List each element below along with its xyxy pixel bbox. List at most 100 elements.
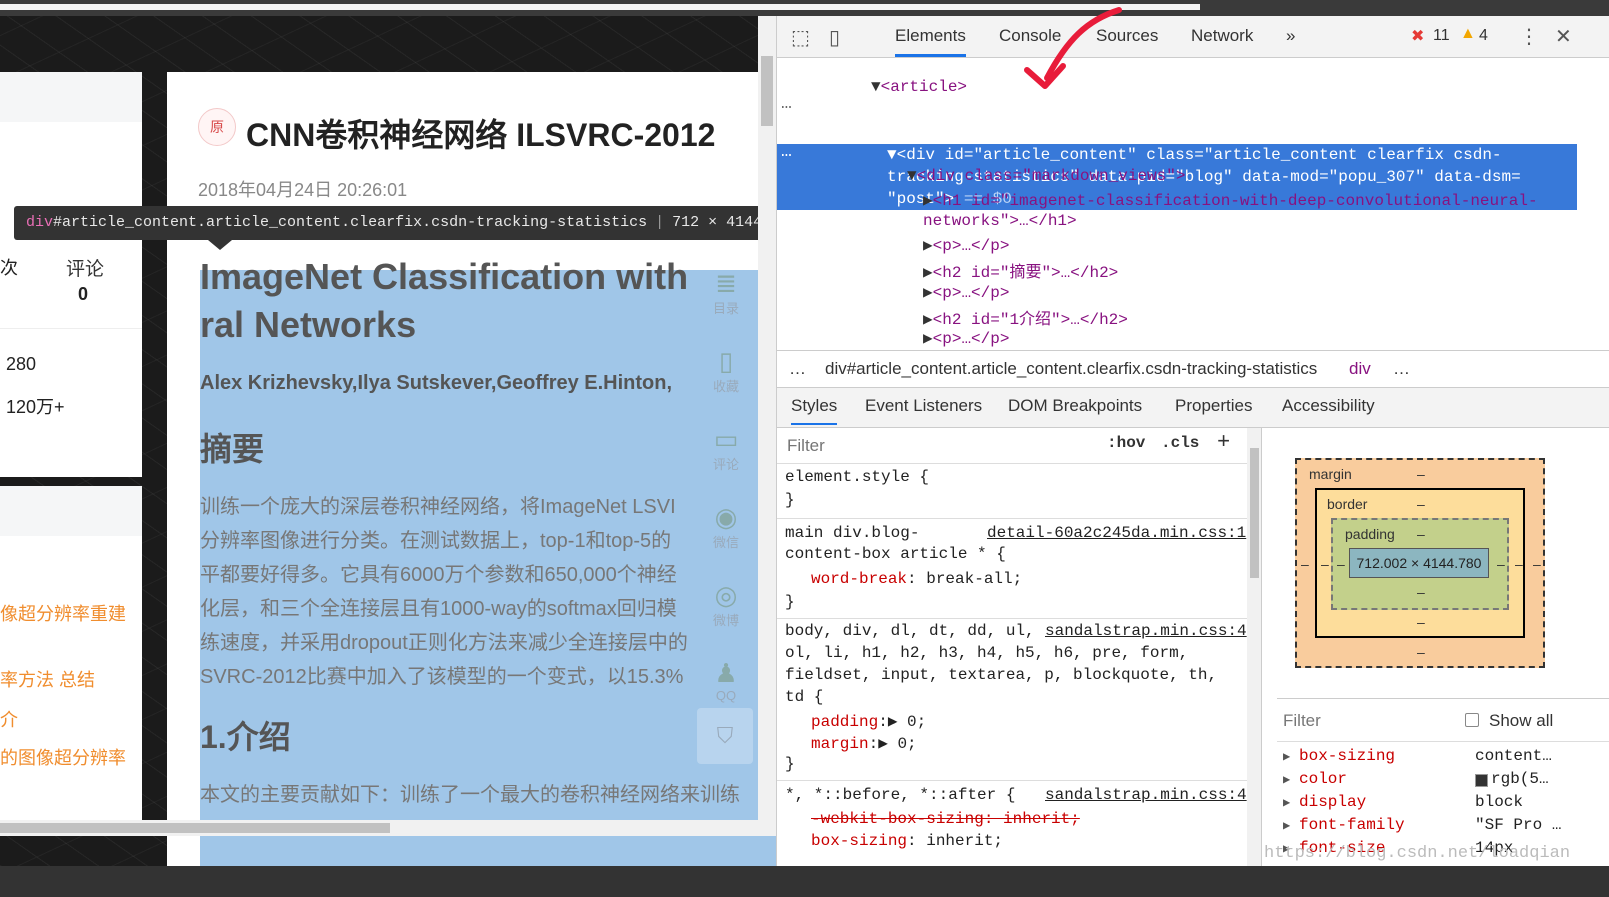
- error-icon[interactable]: ✖: [1411, 26, 1424, 46]
- author-card: 次 评论 0 280 120万+: [0, 72, 142, 477]
- rule-selector[interactable]: *, *::before, *::after {: [785, 786, 1015, 804]
- device-toggle-icon[interactable]: ▯: [829, 25, 840, 50]
- dom-node-p[interactable]: ▶<p>…</p>: [923, 235, 1009, 255]
- stat-rank: 120万+: [6, 397, 65, 417]
- article-h2-intro: 1.介绍: [200, 719, 291, 755]
- breadcrumb-item[interactable]: div#article_content.article_content.clea…: [825, 351, 1317, 387]
- kebab-menu-icon[interactable]: ⋮: [1519, 24, 1539, 49]
- dom-node-p[interactable]: ▶<p>…</p>: [923, 328, 1009, 348]
- sidebar-tabbar: Styles Event Listeners DOM Breakpoints P…: [777, 388, 1609, 428]
- expand-arrow-icon[interactable]: ▶: [1283, 795, 1290, 810]
- cls-toggle[interactable]: .cls: [1161, 434, 1199, 452]
- rule-source-link[interactable]: sandalstrap.min.css:4: [1045, 786, 1247, 804]
- hov-toggle[interactable]: :hov: [1107, 434, 1145, 452]
- bottom-bar: [0, 866, 1609, 897]
- rule-source-link[interactable]: sandalstrap.min.css:4: [1045, 622, 1247, 640]
- scroll-thumb[interactable]: [0, 823, 390, 833]
- qq-icon: ♟: [714, 658, 738, 688]
- report-button[interactable]: ⛉: [697, 708, 753, 764]
- styles-scrollbar[interactable]: [1247, 428, 1261, 866]
- computed-value: "SF Pro …: [1475, 816, 1562, 834]
- dom-node-h1[interactable]: ▶<h1 id="imagenet-classification-with-de…: [923, 190, 1538, 210]
- scroll-thumb[interactable]: [761, 56, 773, 126]
- expand-arrow-icon[interactable]: ▶: [1283, 818, 1290, 833]
- page-vertical-scrollbar[interactable]: [758, 16, 776, 836]
- style-declaration[interactable]: padding:▶ 0;: [811, 711, 926, 731]
- weibo-share-button[interactable]: ◎ 微博: [706, 580, 746, 629]
- expand-arrow-icon[interactable]: ▶: [1283, 772, 1290, 787]
- comment-button[interactable]: ▭ 评论: [706, 424, 746, 473]
- overridden-declaration[interactable]: -webkit-box-sizing: inherit;: [811, 810, 1080, 828]
- computed-value: content…: [1475, 747, 1552, 765]
- article-paragraph-line: 化层，和三个全连接层且有1000-way的softmax回归模: [200, 598, 677, 620]
- computed-value: rgb(5…: [1491, 770, 1549, 788]
- rule-selector[interactable]: body, div, dl, dt, dd, ul,: [785, 622, 1035, 640]
- style-declaration[interactable]: word-break: break-all;: [811, 570, 1022, 588]
- computed-prop[interactable]: box-sizing: [1299, 747, 1395, 765]
- wechat-share-button[interactable]: ◉ 微信: [706, 502, 746, 551]
- watermark: https://blog.csdn.net/loadqian: [1264, 844, 1571, 863]
- comment-icon: ▭: [713, 424, 739, 454]
- color-swatch[interactable]: [1475, 774, 1488, 787]
- article-paragraph-line: 平都要好得多。它具有6000万个参数和650,000个神经: [200, 564, 677, 586]
- computed-prop[interactable]: display: [1299, 793, 1366, 811]
- more-tabs-button[interactable]: »: [1286, 26, 1295, 46]
- show-all-checkbox[interactable]: [1465, 713, 1479, 727]
- dom-node-markdown-views[interactable]: ▼<div class="markdown_views">: [907, 167, 1185, 185]
- dom-node-h2[interactable]: ▶<h2 id="摘要">…</h2>: [923, 258, 1118, 282]
- computed-prop[interactable]: color: [1299, 770, 1347, 788]
- tab-styles[interactable]: Styles: [791, 396, 838, 425]
- article-intro-line: 本文的主要贡献如下：训练了一个最大的卷积神经网络来训练: [200, 784, 740, 806]
- related-link[interactable]: 介: [0, 706, 18, 732]
- article-h2-abstract: 摘要: [200, 431, 265, 467]
- qq-share-button[interactable]: ♟ QQ: [706, 658, 746, 703]
- weibo-icon: ◎: [714, 580, 738, 610]
- scroll-thumb[interactable]: [1250, 448, 1259, 578]
- tab-accessibility[interactable]: Accessibility: [1282, 396, 1375, 416]
- red-arrow-annotation: [1024, 7, 1122, 89]
- tab-event-listeners[interactable]: Event Listeners: [865, 396, 982, 416]
- tab-network[interactable]: Network: [1191, 26, 1253, 46]
- inspect-element-icon[interactable]: ⬚: [791, 25, 810, 50]
- close-icon[interactable]: ✕: [1555, 24, 1572, 49]
- error-count[interactable]: 11: [1433, 27, 1450, 45]
- dom-node-h2[interactable]: ▶<h2 id="1介绍">…</h2>: [923, 305, 1128, 329]
- computed-filter-input[interactable]: Filter: [1283, 711, 1321, 731]
- publish-date: 2018年04月24日 20:26:01: [198, 180, 408, 200]
- warning-count[interactable]: 4: [1479, 27, 1488, 45]
- devtools-panel: ⬚ ▯ Elements Console Sources Network » ✖…: [776, 7, 1609, 866]
- related-link[interactable]: 的图像超分辨率: [0, 744, 126, 770]
- rule-selector[interactable]: main div.blog-: [785, 524, 919, 542]
- article-h1-line1: ImageNet Classification with: [200, 256, 689, 297]
- related-link[interactable]: 率方法 总结: [0, 666, 95, 692]
- styles-filter-input[interactable]: [781, 432, 1089, 460]
- article-paragraph-line: 练速度，并采用dropout正则化方法来减少全连接层中的: [200, 632, 688, 654]
- dom-node-article[interactable]: ▼<article>: [871, 78, 967, 96]
- tab-dom-breakpoints[interactable]: DOM Breakpoints: [1008, 396, 1142, 416]
- related-link[interactable]: 像超分辨率重建: [0, 600, 126, 626]
- warning-icon[interactable]: ▲: [1460, 25, 1476, 43]
- devtools-tabbar: ⬚ ▯ Elements Console Sources Network » ✖…: [777, 16, 1609, 58]
- tab-elements[interactable]: Elements: [895, 26, 966, 57]
- breadcrumb-item[interactable]: div: [1349, 351, 1371, 387]
- rule-source-link[interactable]: detail-60a2c245da.min.css:1: [987, 524, 1246, 542]
- article-paragraph-line: 分辨率图像进行分类。在测试数据上，top-1和top-5的: [200, 530, 672, 552]
- list-icon: ≣: [715, 268, 737, 298]
- breadcrumb: … div#article_content.article_content.cl…: [777, 350, 1609, 388]
- dom-node-p[interactable]: ▶<p>…</p>: [923, 282, 1009, 302]
- add-rule-button[interactable]: +: [1217, 430, 1230, 455]
- expand-arrow-icon[interactable]: ▶: [1283, 749, 1290, 764]
- element-style-selector[interactable]: element.style {: [785, 468, 929, 486]
- article-authors: Alex Krizhevsky,Ilya Sutskever,Geoffrey …: [200, 372, 673, 394]
- style-declaration[interactable]: margin:▶ 0;: [811, 733, 917, 753]
- page-horizontal-scrollbar[interactable]: [0, 820, 776, 836]
- stat-partial-label: 次: [0, 258, 18, 278]
- tab-properties[interactable]: Properties: [1175, 396, 1252, 416]
- toc-button[interactable]: ≣ 目录: [706, 268, 746, 317]
- box-content-size[interactable]: 712.002 × 4144.780: [1349, 548, 1489, 578]
- bookmark-button[interactable]: ▯ 收藏: [706, 346, 746, 395]
- computed-prop[interactable]: font-family: [1299, 816, 1405, 834]
- shield-icon: ⛉: [716, 723, 734, 748]
- box-model-diagram: margin – border – padding – 712.002 × 41…: [1277, 428, 1609, 698]
- style-declaration[interactable]: box-sizing: inherit;: [811, 832, 1003, 850]
